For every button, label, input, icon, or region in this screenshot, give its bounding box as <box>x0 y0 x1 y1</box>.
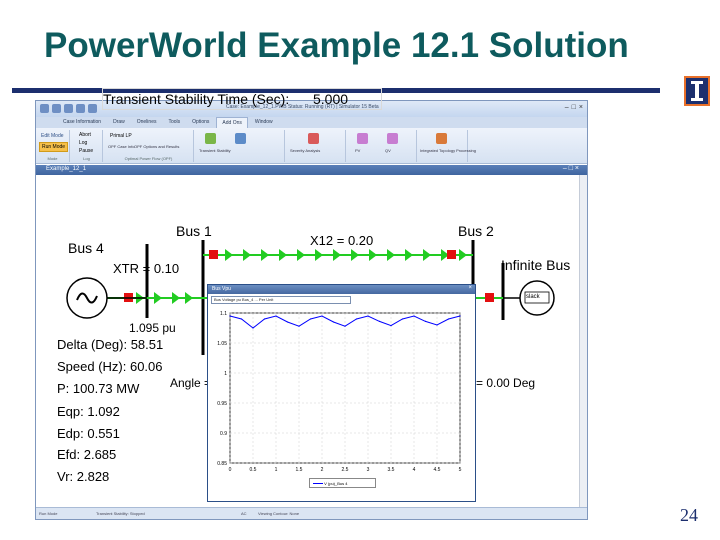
legend-label: V (pu)_Bus 4 <box>324 481 348 486</box>
gen-power: P: 100.73 MW <box>57 381 140 396</box>
data-point <box>355 318 358 320</box>
y-tick-label: 1.05 <box>217 341 227 347</box>
breaker-bus1-upper[interactable] <box>209 250 218 259</box>
data-point <box>436 324 438 326</box>
gen-eqp: Eqp: 1.092 <box>57 404 120 419</box>
y-tick-label: 0.85 <box>217 461 227 467</box>
plot-window[interactable]: Bus Vpu × Bus Voltage pu Bus_4 ... Per U… <box>207 284 476 502</box>
close-icon[interactable]: × <box>468 285 472 291</box>
line-impedance-label: X12 = 0.20 <box>310 233 374 248</box>
data-point <box>252 327 254 329</box>
plot-titlebar[interactable]: Bus Vpu × <box>208 285 475 294</box>
x-tick-label: 4.5 <box>434 467 441 473</box>
data-point <box>367 315 369 317</box>
gen-efd: Efd: 2.685 <box>57 447 117 462</box>
plot-window-title: Bus Vpu <box>212 286 231 292</box>
data-point <box>332 321 335 323</box>
infinite-bus-label: Infinite Bus <box>501 257 571 273</box>
breaker-bus2-upper[interactable] <box>447 250 456 259</box>
plot-series-field[interactable]: Bus Voltage pu Bus_4 ... Per Unit <box>211 296 351 304</box>
plot-legend: V (pu)_Bus 4 <box>309 478 376 488</box>
data-point <box>298 325 300 327</box>
bus-2-label: Bus 2 <box>458 223 494 239</box>
data-point <box>263 318 266 320</box>
x-tick-label: 5 <box>459 467 462 473</box>
gen-speed: Speed (Hz): 60.06 <box>57 359 163 374</box>
slack-label: slack <box>526 294 540 300</box>
ts-time-value: 5.000 <box>313 91 349 107</box>
bus-4-voltage: 1.095 pu <box>129 321 176 335</box>
breaker-infinite[interactable] <box>485 293 494 302</box>
angle-label: Angle = <box>170 376 212 390</box>
data-point <box>309 318 312 320</box>
data-point <box>240 318 243 320</box>
data-point <box>321 315 323 317</box>
gen-delta: Delta (Deg): 58.51 <box>57 337 164 352</box>
data-point <box>447 318 450 320</box>
x-tick-label: 2.5 <box>342 467 349 473</box>
transformer-impedance-label: XTR = 0.10 <box>113 261 180 276</box>
bus-1-label: Bus 1 <box>176 223 212 239</box>
data-point <box>459 315 461 317</box>
x-tick-label: 0.5 <box>250 467 257 473</box>
gen-vr: Vr: 2.828 <box>57 469 110 484</box>
data-point <box>275 315 277 317</box>
gen-edp: Edp: 0.551 <box>57 426 120 441</box>
data-point <box>424 320 427 322</box>
data-point <box>229 315 231 317</box>
x-tick-label: 2 <box>321 467 324 473</box>
legend-swatch <box>313 483 323 485</box>
voltage-plot: 0 0.5 1 1.5 2 2.5 3 3.5 4 4.5 5 1.1 1.05 1 0.95 0.9 0.85 <box>217 311 462 473</box>
x-tick-label: 0 <box>229 467 232 473</box>
x-tick-label: 1.5 <box>296 467 303 473</box>
data-point <box>344 325 346 327</box>
data-point <box>286 321 289 323</box>
infinite-angle-value: = 0.00 Deg <box>476 376 536 390</box>
x-tick-label: 3.5 <box>388 467 395 473</box>
y-tick-label: 0.95 <box>217 401 227 407</box>
data-point <box>413 315 415 317</box>
x-tick-label: 4 <box>413 467 416 473</box>
y-tick-label: 0.9 <box>220 431 227 437</box>
ts-time-label: Transient Stability Time (Sec): <box>103 91 290 107</box>
x-tick-label: 1 <box>275 467 278 473</box>
y-tick-label: 1.1 <box>220 311 227 317</box>
data-point <box>378 320 381 322</box>
data-point <box>390 325 392 327</box>
data-point <box>401 318 404 320</box>
bus-4-label: Bus 4 <box>68 240 104 256</box>
y-tick-label: 1 <box>224 371 227 377</box>
plot-area <box>229 312 461 464</box>
x-tick-label: 3 <box>367 467 370 473</box>
